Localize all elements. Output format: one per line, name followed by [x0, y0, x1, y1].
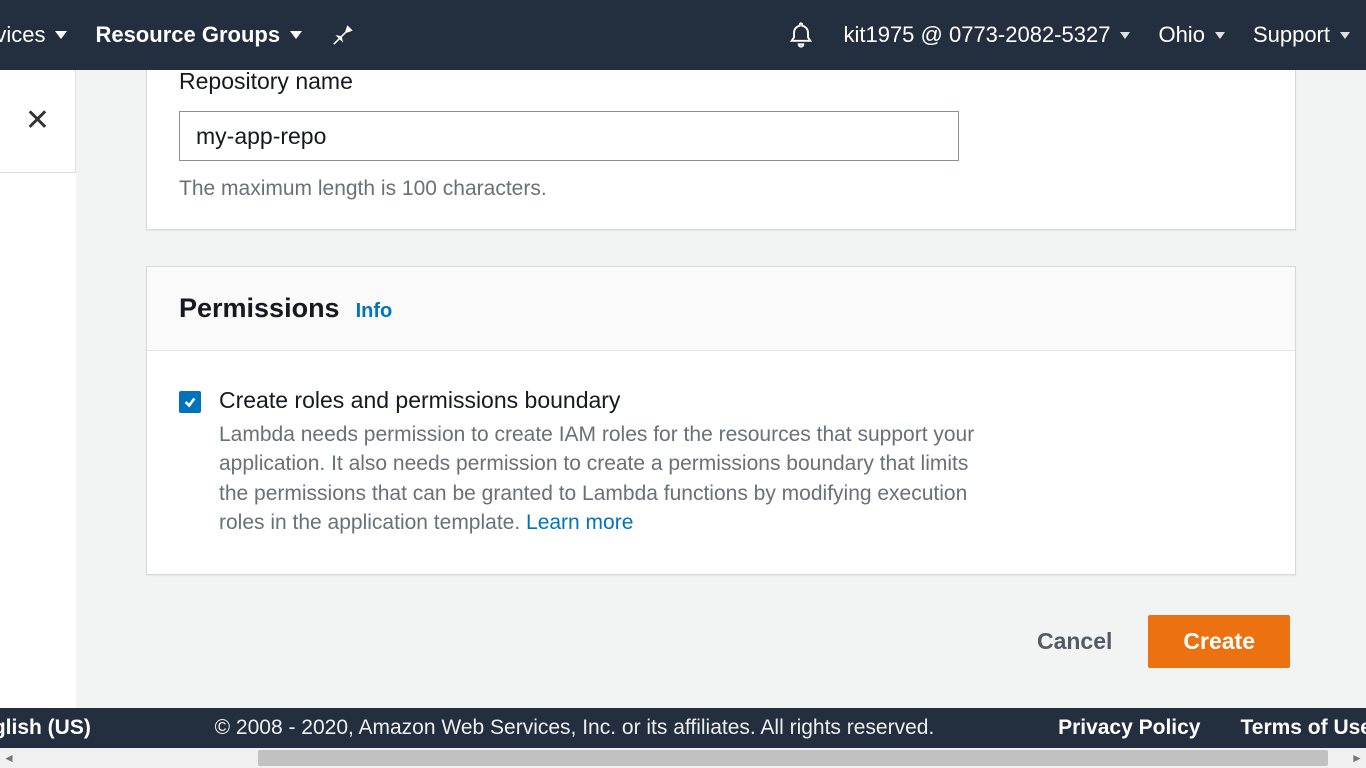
nav-resource-groups[interactable]: Resource Groups — [95, 22, 302, 48]
create-roles-description: Lambda needs permission to create IAM ro… — [219, 420, 979, 538]
body-area: ✕ Repository name The maximum length is … — [0, 70, 1366, 768]
scroll-track[interactable] — [18, 748, 1348, 768]
chevron-down-icon — [1215, 32, 1225, 39]
chevron-down-icon — [1120, 32, 1130, 39]
permissions-info-link[interactable]: Info — [356, 300, 393, 323]
top-nav: rvices Resource Groups kit1975 @ 0773-20… — [0, 0, 1366, 70]
learn-more-link[interactable]: Learn more — [526, 511, 633, 534]
main-content: Repository name The maximum length is 10… — [76, 70, 1366, 708]
main-scroll[interactable]: Repository name The maximum length is 10… — [76, 70, 1366, 708]
nav-services[interactable]: rvices — [0, 22, 67, 48]
close-icon[interactable]: ✕ — [25, 106, 50, 136]
nav-region[interactable]: Ohio — [1158, 22, 1224, 48]
repo-name-label: Repository name — [179, 70, 1263, 95]
footer-copyright: © 2008 - 2020, Amazon Web Services, Inc.… — [131, 716, 1018, 740]
repository-panel: Repository name The maximum length is 10… — [146, 70, 1296, 230]
nav-services-label: rvices — [0, 22, 45, 48]
nav-support[interactable]: Support — [1253, 22, 1350, 48]
nav-resource-groups-label: Resource Groups — [95, 22, 280, 48]
permissions-panel: Permissions Info Create roles and permis… — [146, 266, 1296, 575]
create-roles-checkbox[interactable] — [179, 391, 201, 413]
create-roles-title: Create roles and permissions boundary — [219, 387, 979, 414]
nav-region-label: Ohio — [1158, 22, 1204, 48]
action-row: Cancel Create — [146, 615, 1296, 668]
cancel-button[interactable]: Cancel — [1029, 616, 1120, 667]
repo-name-helper: The maximum length is 100 characters. — [179, 177, 1263, 201]
side-panel: ✕ — [0, 70, 76, 173]
nav-account[interactable]: kit1975 @ 0773-2082-5327 — [843, 22, 1130, 48]
permissions-header: Permissions Info — [147, 267, 1295, 351]
create-button[interactable]: Create — [1148, 615, 1290, 668]
chevron-down-icon — [55, 31, 67, 39]
nav-support-label: Support — [1253, 22, 1330, 48]
scroll-right-arrow[interactable]: ► — [1348, 751, 1366, 765]
pin-icon[interactable] — [330, 22, 356, 48]
footer: nglish (US) © 2008 - 2020, Amazon Web Se… — [0, 708, 1366, 748]
permissions-body: Create roles and permissions boundary La… — [147, 351, 1295, 574]
scroll-left-arrow[interactable]: ◄ — [0, 751, 18, 765]
footer-privacy-link[interactable]: Privacy Policy — [1058, 716, 1200, 740]
permissions-heading: Permissions — [179, 293, 340, 324]
footer-terms-link[interactable]: Terms of Use — [1241, 716, 1366, 740]
bell-icon[interactable] — [787, 21, 815, 49]
repo-name-input[interactable] — [179, 111, 959, 161]
scroll-thumb[interactable] — [258, 750, 1328, 766]
chevron-down-icon — [1340, 32, 1350, 39]
chevron-down-icon — [290, 31, 302, 39]
horizontal-scrollbar[interactable]: ◄ ► — [0, 748, 1366, 768]
permissions-text: Create roles and permissions boundary La… — [219, 387, 979, 538]
footer-language[interactable]: nglish (US) — [0, 716, 91, 740]
nav-account-label: kit1975 @ 0773-2082-5327 — [843, 22, 1110, 48]
